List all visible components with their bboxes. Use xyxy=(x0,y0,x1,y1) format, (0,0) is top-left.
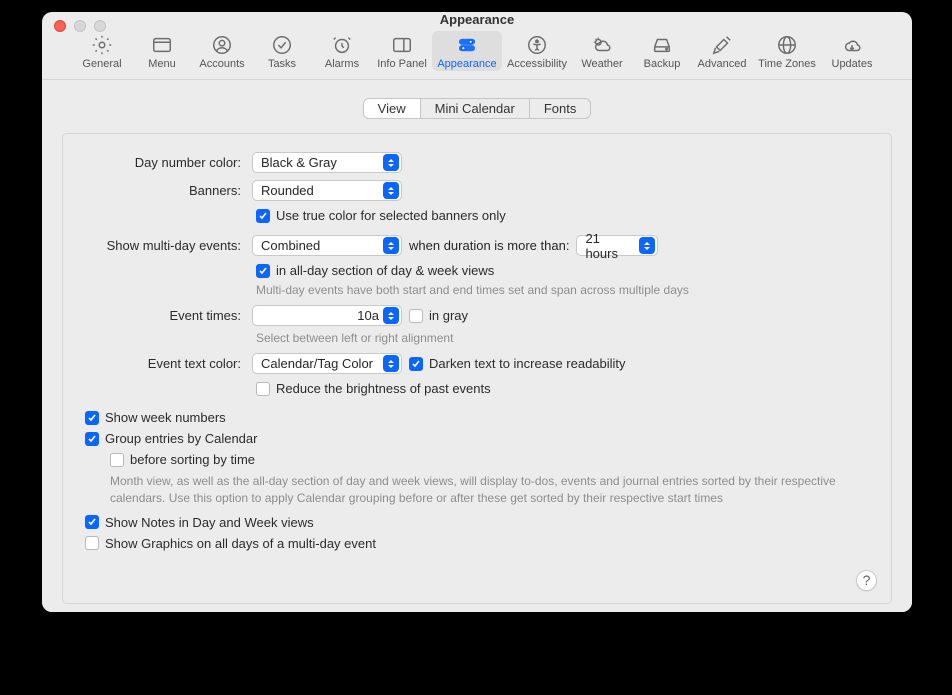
cloud-download-icon xyxy=(839,34,865,56)
tab-tasks[interactable]: Tasks xyxy=(252,31,312,71)
chevron-updown-icon xyxy=(383,237,399,254)
label-event-times: Event times: xyxy=(85,308,245,323)
tools-icon xyxy=(709,34,735,56)
chevron-updown-icon xyxy=(639,237,655,254)
label-event-text-color: Event text color: xyxy=(85,356,245,371)
select-duration[interactable]: 21 hours xyxy=(576,235,658,256)
tab-general[interactable]: General xyxy=(72,31,132,71)
checkbox-show-notes[interactable]: Show Notes in Day and Week views xyxy=(85,515,314,530)
checkbox-show-graphics[interactable]: Show Graphics on all days of a multi-day… xyxy=(85,536,376,551)
label-when-duration: when duration is more than: xyxy=(409,238,569,253)
tab-alarms[interactable]: Alarms xyxy=(312,31,372,71)
subtab-segmented: View Mini Calendar Fonts xyxy=(363,98,592,119)
checkbox-darken-text[interactable]: Darken text to increase readability xyxy=(409,356,626,371)
checkbox-week-numbers[interactable]: Show week numbers xyxy=(85,410,226,425)
checkbox-in-gray[interactable]: in gray xyxy=(409,308,468,323)
hint-event-times: Select between left or right alignment xyxy=(256,331,869,345)
minimize-icon[interactable] xyxy=(74,20,86,32)
select-event-text-color[interactable]: Calendar/Tag Color xyxy=(252,353,402,374)
tab-info-panel[interactable]: Info Panel xyxy=(372,31,432,71)
preferences-toolbar: General Menu Accounts Tasks Alarms xyxy=(42,27,912,80)
tab-updates[interactable]: Updates xyxy=(822,31,882,71)
window-controls xyxy=(54,20,106,32)
label-multi-day: Show multi-day events: xyxy=(85,238,245,253)
tab-accessibility[interactable]: Accessibility xyxy=(502,31,572,71)
split-panel-icon xyxy=(389,34,415,56)
cloud-sun-icon xyxy=(589,34,615,56)
globe-icon xyxy=(774,34,800,56)
account-icon xyxy=(209,34,235,56)
checkmark-circle-icon xyxy=(269,34,295,56)
checkbox-before-sorting[interactable]: before sorting by time xyxy=(110,452,255,467)
chevron-updown-icon xyxy=(383,154,399,171)
close-icon[interactable] xyxy=(54,20,66,32)
select-event-times[interactable]: 10a xyxy=(252,305,402,326)
menubar-icon xyxy=(149,34,175,56)
checkbox-true-color[interactable]: Use true color for selected banners only xyxy=(256,208,506,223)
hint-multi-day: Multi-day events have both start and end… xyxy=(256,283,869,297)
subtab-fonts[interactable]: Fonts xyxy=(529,99,591,118)
accessibility-icon xyxy=(524,34,550,56)
tab-weather[interactable]: Weather xyxy=(572,31,632,71)
label-day-number-color: Day number color: xyxy=(85,155,245,170)
alarm-icon xyxy=(329,34,355,56)
help-button[interactable]: ? xyxy=(856,570,877,591)
chevron-updown-icon xyxy=(383,182,399,199)
zoom-icon[interactable] xyxy=(94,20,106,32)
chevron-updown-icon xyxy=(383,307,399,324)
tab-backup[interactable]: Backup xyxy=(632,31,692,71)
tab-menu[interactable]: Menu xyxy=(132,31,192,71)
content-area: View Mini Calendar Fonts Day number colo… xyxy=(42,80,912,612)
gear-icon xyxy=(89,34,115,56)
preferences-window: Appearance General Menu Accounts Tasks xyxy=(42,12,912,612)
checkbox-reduce-brightness[interactable]: Reduce the brightness of past events xyxy=(256,381,491,396)
toggles-icon xyxy=(454,34,480,56)
window-title: Appearance xyxy=(440,12,514,27)
tab-advanced[interactable]: Advanced xyxy=(692,31,752,71)
hard-drive-icon xyxy=(649,34,675,56)
select-multi-day[interactable]: Combined xyxy=(252,235,402,256)
tab-time-zones[interactable]: Time Zones xyxy=(752,31,822,71)
tab-accounts[interactable]: Accounts xyxy=(192,31,252,71)
checkbox-group-entries[interactable]: Group entries by Calendar xyxy=(85,431,257,446)
settings-panel: Day number color: Black & Gray Banners: … xyxy=(62,133,892,604)
chevron-updown-icon xyxy=(383,355,399,372)
tab-appearance[interactable]: Appearance xyxy=(432,31,502,71)
select-day-number-color[interactable]: Black & Gray xyxy=(252,152,402,173)
titlebar: Appearance xyxy=(42,12,912,27)
select-banners[interactable]: Rounded xyxy=(252,180,402,201)
hint-group-entries: Month view, as well as the all-day secti… xyxy=(110,473,869,507)
subtab-mini-calendar[interactable]: Mini Calendar xyxy=(420,99,529,118)
subtab-view[interactable]: View xyxy=(364,99,420,118)
checkbox-in-all-day[interactable]: in all-day section of day & week views xyxy=(256,263,494,278)
label-banners: Banners: xyxy=(85,183,245,198)
